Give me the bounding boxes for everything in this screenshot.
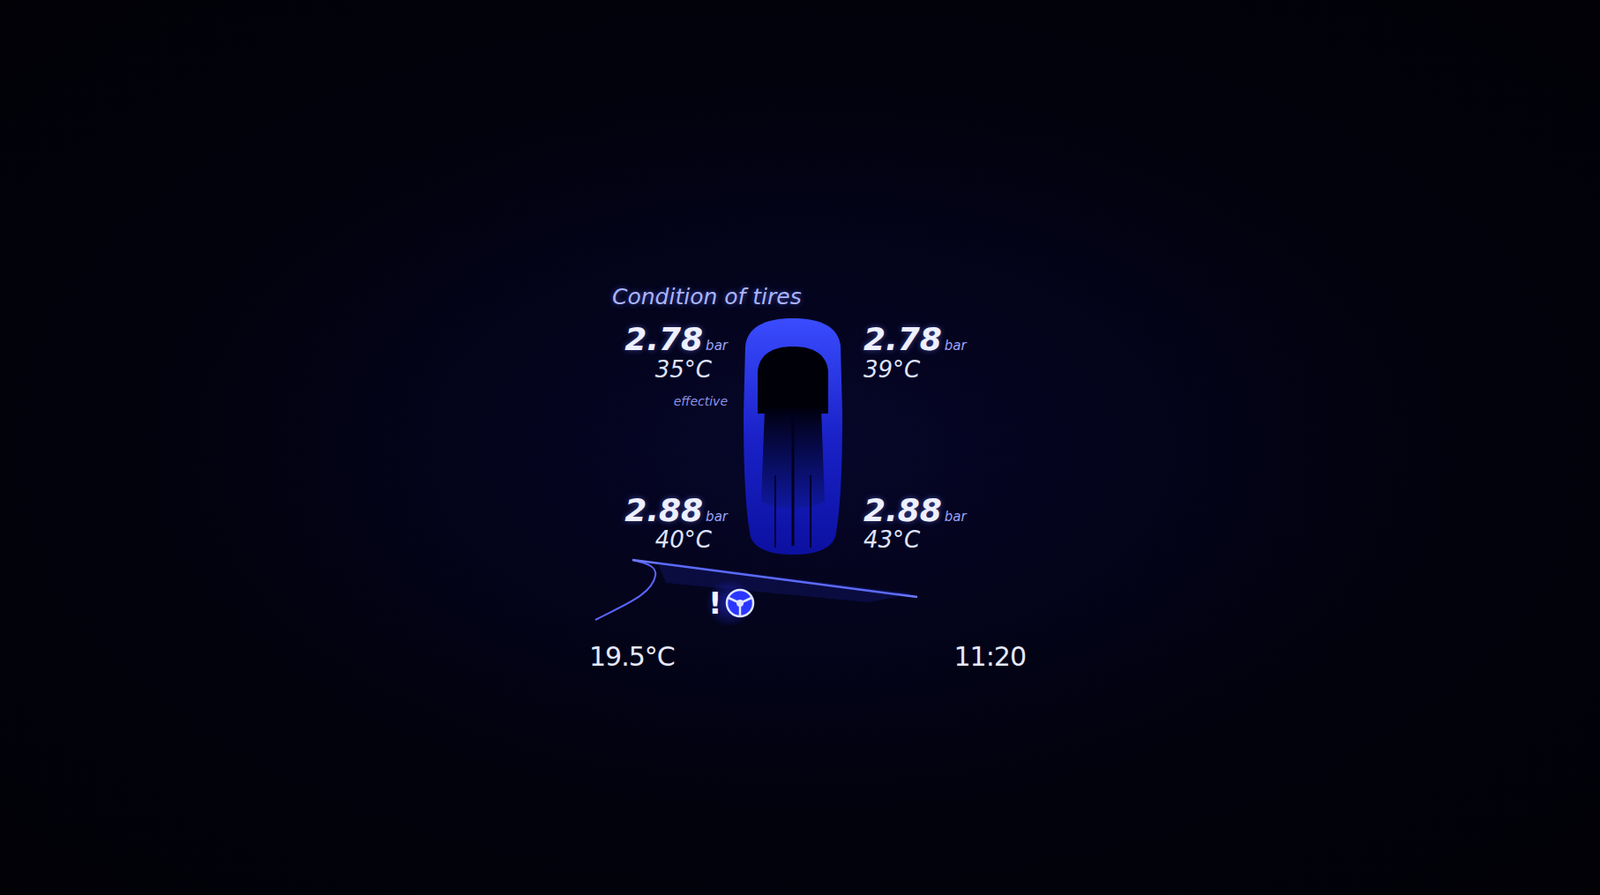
pressure-line: 2.78bar xyxy=(624,321,728,358)
car xyxy=(732,316,853,557)
tire-panel: Condition of tires2.78bar35°Ceffective2.… xyxy=(586,0,1028,673)
pressure-value: 2.88 xyxy=(624,493,703,529)
pressure-unit: bar xyxy=(944,508,967,525)
road-icon xyxy=(586,556,1028,636)
pressure-line: 2.78bar xyxy=(863,321,967,358)
tire-grid: 2.78bar35°Ceffective2.88bar40°C2.78bar39… xyxy=(586,316,1028,557)
tire-temperature: 43°C xyxy=(863,527,920,554)
car-icon xyxy=(740,316,846,557)
panel-title: Condition of tires xyxy=(586,284,1028,310)
dashboard-screen: Condition of tires2.78bar35°Ceffective2.… xyxy=(0,0,1600,895)
steering-wheel-icon xyxy=(724,587,756,620)
tire-readout: 2.78bar35°Ceffective xyxy=(624,321,728,409)
left-tires: 2.78bar35°Ceffective2.88bar40°C xyxy=(586,316,733,557)
pressure-line: 2.88bar xyxy=(863,493,967,529)
pressure-line: 2.88bar xyxy=(624,493,728,529)
tire-readout: 2.88bar43°C xyxy=(863,493,967,554)
right-tires: 2.78bar39°C2.88bar43°C xyxy=(852,316,1028,557)
tire-temperature: 35°C xyxy=(655,357,728,383)
pressure-unit: bar xyxy=(705,508,728,525)
pressure-unit: bar xyxy=(705,337,728,354)
road: ! xyxy=(586,556,1028,636)
pressure-value: 2.78 xyxy=(624,321,703,358)
tire-warning-icon: ! xyxy=(702,581,756,626)
pressure-unit: bar xyxy=(944,337,967,354)
pressure-value: 2.78 xyxy=(863,321,943,358)
tire-temperature: 40°C xyxy=(655,527,728,554)
tire-note: effective xyxy=(673,394,728,409)
tire-readout: 2.78bar39°C xyxy=(863,321,967,382)
clock: 11:20 xyxy=(954,641,1026,673)
tire-temperature: 39°C xyxy=(863,357,920,383)
outside-temperature: 19.5°C xyxy=(589,641,675,673)
warning-symbol: ! xyxy=(708,588,723,619)
tire-readout: 2.88bar40°C xyxy=(624,493,728,554)
status-bar: 19.5°C 11:20 xyxy=(586,641,1028,673)
pressure-value: 2.88 xyxy=(863,493,943,529)
